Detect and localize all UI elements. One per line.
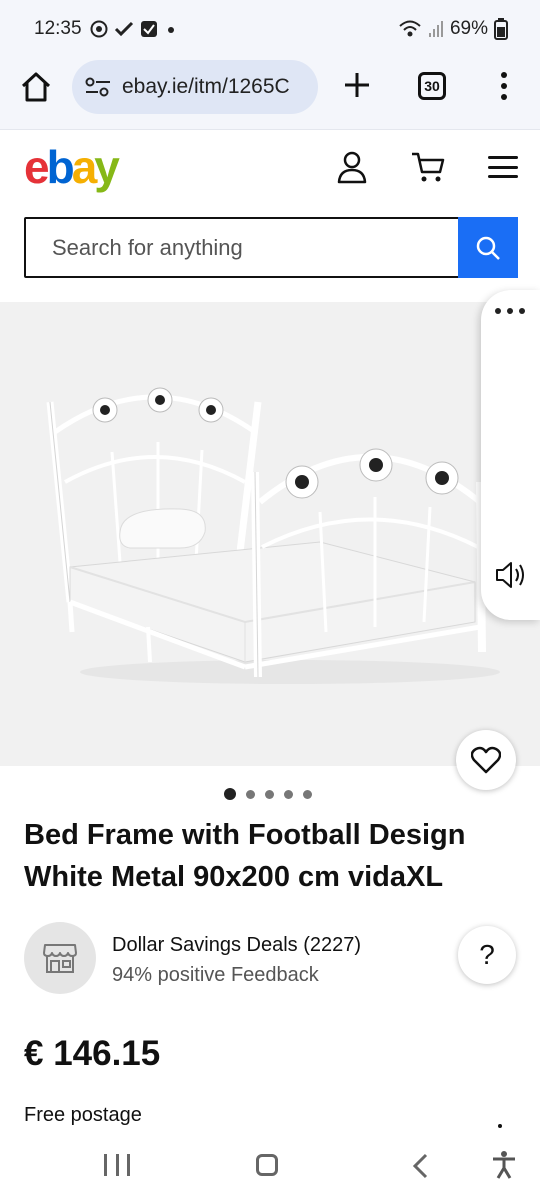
overflow-dot	[498, 1124, 502, 1128]
status-right: 69%	[398, 18, 508, 40]
site-header: ebay	[0, 130, 540, 210]
cart-icon[interactable]	[410, 150, 446, 184]
help-label: ?	[479, 939, 495, 970]
hamburger-menu-icon[interactable]	[488, 156, 518, 178]
dot-notification-icon	[168, 27, 174, 33]
ebay-logo[interactable]: ebay	[24, 140, 120, 194]
check-notification-icon	[114, 21, 134, 37]
accessibility-icon[interactable]	[490, 1150, 518, 1180]
tab-switcher-button[interactable]: 30	[418, 72, 446, 100]
product-title: Bed Frame with Football Design White Met…	[24, 819, 466, 893]
system-home-icon[interactable]	[256, 1154, 278, 1176]
search-bar	[24, 217, 518, 278]
system-navigation-bar	[0, 1132, 540, 1200]
browser-toolbar: ebay.ie/itm/1265C 30	[0, 60, 540, 130]
pagination-dot[interactable]	[224, 788, 236, 800]
site-settings-icon[interactable]	[84, 75, 112, 99]
postage-info: Free postage	[24, 1104, 142, 1126]
checkbox-notification-icon	[141, 21, 157, 37]
search-button[interactable]	[458, 217, 518, 278]
pagination-dot[interactable]	[246, 789, 255, 799]
wifi-icon	[399, 20, 421, 37]
address-bar[interactable]: ebay.ie/itm/1265C	[72, 60, 318, 114]
store-icon	[43, 944, 77, 973]
heart-icon	[471, 746, 501, 774]
product-image[interactable]	[30, 372, 500, 692]
battery-percent: 69%	[449, 18, 488, 39]
new-tab-icon[interactable]	[342, 70, 372, 100]
recents-icon[interactable]	[104, 1154, 130, 1176]
search-input[interactable]	[26, 219, 458, 276]
seller-avatar[interactable]	[24, 922, 96, 994]
help-button[interactable]: ?	[458, 926, 516, 984]
gallery-pagination[interactable]	[224, 788, 312, 800]
account-icon[interactable]	[336, 150, 368, 184]
seller-name[interactable]: Dollar Savings Deals (2227)	[112, 934, 361, 957]
battery-icon	[494, 18, 508, 40]
status-time: 12:35	[34, 18, 82, 39]
watchlist-button[interactable]	[456, 730, 516, 790]
notification-icons	[90, 20, 178, 38]
product-gallery[interactable]	[0, 302, 540, 766]
soccer-notification-icon	[90, 20, 108, 38]
tab-count: 30	[424, 78, 440, 94]
signal-icon	[428, 21, 443, 37]
seller-feedback[interactable]: 94% positive Feedback	[112, 964, 319, 987]
url-text: ebay.ie/itm/1265C	[122, 75, 290, 98]
search-icon	[476, 236, 500, 260]
pagination-dot[interactable]	[303, 789, 312, 799]
home-icon[interactable]	[20, 70, 52, 104]
browser-menu-icon[interactable]	[496, 70, 512, 102]
price: € 146.15	[24, 1034, 161, 1073]
pagination-dot[interactable]	[284, 789, 293, 799]
back-icon[interactable]	[410, 1152, 430, 1180]
side-action-panel	[481, 290, 540, 620]
sound-toggle-icon[interactable]	[493, 558, 527, 592]
pagination-dot[interactable]	[265, 789, 274, 799]
status-bar: 12:35 69%	[0, 0, 540, 60]
more-options-icon[interactable]	[495, 308, 525, 318]
